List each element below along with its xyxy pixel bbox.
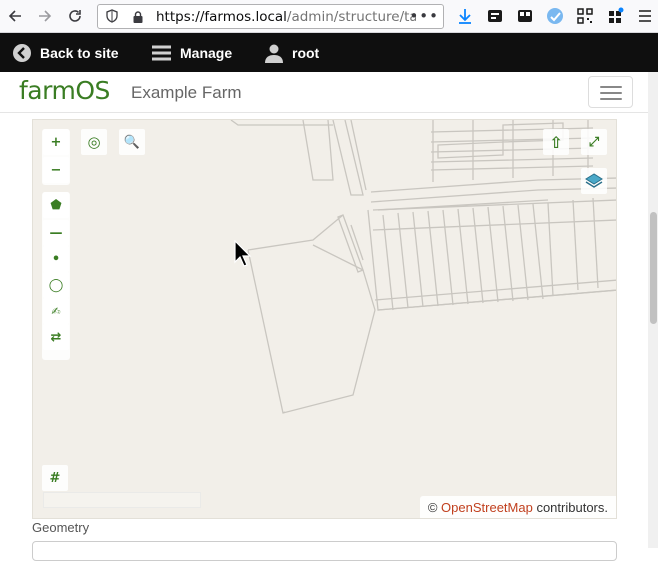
- extensions-puzzle-icon[interactable]: [606, 7, 624, 25]
- zoom-controls: + −: [42, 129, 70, 185]
- manage-label: Manage: [180, 44, 233, 61]
- geometry-label: Geometry: [32, 520, 90, 535]
- browser-toolbar: https://farmos.local/admin/structure/tax…: [0, 0, 658, 33]
- lock-icon[interactable]: [132, 11, 144, 23]
- forward-arrow-icon[interactable]: [36, 7, 54, 25]
- copyright-symbol: ©: [427, 500, 438, 515]
- map-attribution: © OpenStreetMap contributors.: [419, 496, 616, 518]
- url-bar[interactable]: https://farmos.local/admin/structure/tax…: [97, 4, 444, 29]
- url-text[interactable]: https://farmos.local/admin/structure/tax: [156, 9, 416, 25]
- draw-point-icon[interactable]: •: [43, 246, 69, 272]
- admin-toolbar: Back to site Manage root: [0, 33, 658, 72]
- geolocate-button[interactable]: ◎: [81, 129, 107, 155]
- draw-polygon-icon[interactable]: ⬟: [43, 192, 69, 218]
- attribution-suffix: contributors.: [536, 500, 608, 515]
- geometry-field[interactable]: [32, 541, 617, 561]
- qr-code-icon[interactable]: [576, 7, 594, 25]
- farmos-logo[interactable]: farmOS: [19, 76, 110, 105]
- back-arrow-icon[interactable]: [6, 7, 24, 25]
- user-label: root: [292, 44, 320, 61]
- manage-hamburger-icon: [152, 45, 171, 60]
- containers-extension-icon[interactable]: [516, 7, 534, 25]
- url-host: https://farmos.local: [156, 9, 287, 25]
- scrollbar-thumb[interactable]: [650, 212, 657, 324]
- page-actions-icon[interactable]: •••: [409, 7, 439, 25]
- sync-extension-icon[interactable]: [546, 7, 564, 25]
- geometry-map[interactable]: + − ◎ 🔍 ⬟ — • ◯ ✍ ⇄ # ⇧ ⤢ © OpenStreetMa…: [32, 119, 617, 519]
- user-icon: [265, 44, 283, 63]
- snap-grid-icon[interactable]: #: [42, 465, 68, 491]
- zoom-in-button[interactable]: +: [43, 129, 69, 155]
- move-feature-icon[interactable]: ⇄: [43, 324, 69, 350]
- download-icon[interactable]: [456, 7, 474, 25]
- draw-circle-icon[interactable]: ◯: [43, 272, 69, 298]
- user-menu-link[interactable]: root: [264, 33, 319, 72]
- modify-feature-icon[interactable]: ✍: [43, 298, 69, 324]
- site-header: farmOS Example Farm: [0, 72, 648, 113]
- mouse-cursor-icon: [234, 240, 252, 267]
- openstreetmap-link[interactable]: OpenStreetMap: [441, 500, 533, 515]
- zoom-out-button[interactable]: −: [43, 157, 69, 183]
- back-to-site-link[interactable]: Back to site: [12, 33, 119, 72]
- manage-menu-link[interactable]: Manage: [151, 33, 232, 72]
- reader-extension-icon[interactable]: [486, 7, 504, 25]
- url-path: /admin/structure/tax: [286, 9, 416, 25]
- back-to-site-label: Back to site: [40, 44, 119, 61]
- menu-icon[interactable]: [636, 7, 654, 25]
- map-tiles: [230, 120, 616, 414]
- draw-line-icon[interactable]: —: [43, 220, 69, 246]
- fullscreen-icon[interactable]: ⤢: [581, 129, 607, 155]
- layers-icon[interactable]: [581, 168, 607, 194]
- site-name[interactable]: Example Farm: [131, 83, 242, 103]
- draw-controls: ⬟ — • ◯ ✍ ⇄: [42, 192, 70, 360]
- reload-icon[interactable]: [66, 7, 84, 25]
- back-circle-icon: [13, 43, 31, 62]
- tracking-shield-icon[interactable]: [106, 9, 118, 23]
- upload-icon[interactable]: ⇧: [543, 129, 569, 155]
- search-icon[interactable]: 🔍: [119, 129, 145, 155]
- scale-line: [43, 492, 201, 508]
- nav-toggle-button[interactable]: [588, 76, 633, 108]
